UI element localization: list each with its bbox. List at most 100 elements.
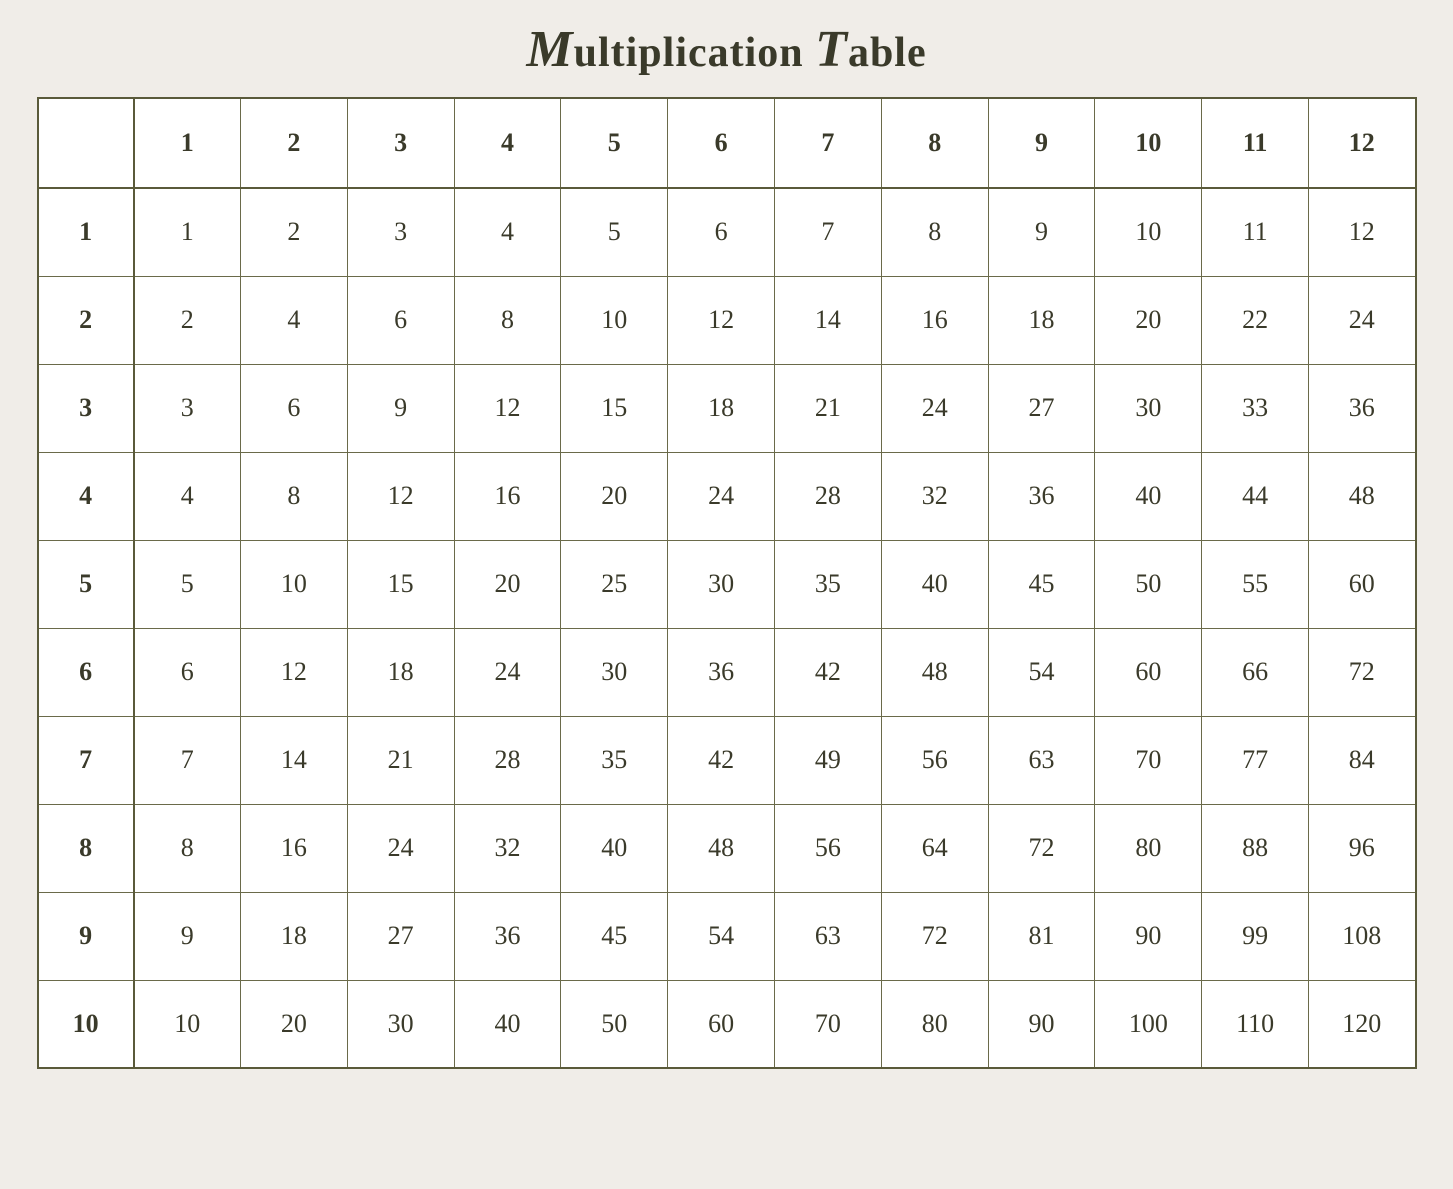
cell-6-4: 24 — [454, 628, 561, 716]
cell-3-12: 36 — [1309, 364, 1416, 452]
cell-4-9: 36 — [988, 452, 1095, 540]
col-header-7: 7 — [775, 98, 882, 188]
cell-6-11: 66 — [1202, 628, 1309, 716]
cell-3-3: 9 — [347, 364, 454, 452]
cell-6-9: 54 — [988, 628, 1095, 716]
cell-8-3: 24 — [347, 804, 454, 892]
cell-8-10: 80 — [1095, 804, 1202, 892]
table-row: 10 10 20 30 40 50 60 70 80 90 100 110 12… — [38, 980, 1416, 1068]
cell-2-11: 22 — [1202, 276, 1309, 364]
cell-10-12: 120 — [1309, 980, 1416, 1068]
cell-10-2: 20 — [240, 980, 347, 1068]
row-header-10: 10 — [38, 980, 134, 1068]
cell-2-1: 2 — [134, 276, 241, 364]
cell-5-2: 10 — [240, 540, 347, 628]
cell-1-5: 5 — [561, 188, 668, 276]
cell-2-10: 20 — [1095, 276, 1202, 364]
cell-7-10: 70 — [1095, 716, 1202, 804]
cell-9-6: 54 — [668, 892, 775, 980]
cell-5-10: 50 — [1095, 540, 1202, 628]
cell-4-3: 12 — [347, 452, 454, 540]
cell-3-9: 27 — [988, 364, 1095, 452]
cell-9-8: 72 — [881, 892, 988, 980]
cell-10-10: 100 — [1095, 980, 1202, 1068]
col-header-6: 6 — [668, 98, 775, 188]
cell-5-6: 30 — [668, 540, 775, 628]
cell-9-3: 27 — [347, 892, 454, 980]
cell-7-12: 84 — [1309, 716, 1416, 804]
row-header-7: 7 — [38, 716, 134, 804]
cell-9-7: 63 — [775, 892, 882, 980]
table-row: 3 3 6 9 12 15 18 21 24 27 30 33 36 — [38, 364, 1416, 452]
cell-6-3: 18 — [347, 628, 454, 716]
cell-4-8: 32 — [881, 452, 988, 540]
cell-7-11: 77 — [1202, 716, 1309, 804]
cell-3-8: 24 — [881, 364, 988, 452]
corner-cell — [38, 98, 134, 188]
cell-2-7: 14 — [775, 276, 882, 364]
cell-1-11: 11 — [1202, 188, 1309, 276]
cell-3-7: 21 — [775, 364, 882, 452]
cell-9-1: 9 — [134, 892, 241, 980]
cell-7-1: 7 — [134, 716, 241, 804]
cell-10-5: 50 — [561, 980, 668, 1068]
col-header-2: 2 — [240, 98, 347, 188]
cell-10-1: 10 — [134, 980, 241, 1068]
cell-3-6: 18 — [668, 364, 775, 452]
cell-7-4: 28 — [454, 716, 561, 804]
cell-8-6: 48 — [668, 804, 775, 892]
table-row: 2 2 4 6 8 10 12 14 16 18 20 22 24 — [38, 276, 1416, 364]
cell-9-9: 81 — [988, 892, 1095, 980]
cell-2-9: 18 — [988, 276, 1095, 364]
cell-7-8: 56 — [881, 716, 988, 804]
col-header-11: 11 — [1202, 98, 1309, 188]
cell-6-8: 48 — [881, 628, 988, 716]
cell-1-3: 3 — [347, 188, 454, 276]
cell-5-8: 40 — [881, 540, 988, 628]
cell-1-4: 4 — [454, 188, 561, 276]
cell-5-12: 60 — [1309, 540, 1416, 628]
cell-4-6: 24 — [668, 452, 775, 540]
cell-6-7: 42 — [775, 628, 882, 716]
row-header-3: 3 — [38, 364, 134, 452]
table-row: 1 1 2 3 4 5 6 7 8 9 10 11 12 — [38, 188, 1416, 276]
cell-5-9: 45 — [988, 540, 1095, 628]
table-row: 6 6 12 18 24 30 36 42 48 54 60 66 72 — [38, 628, 1416, 716]
row-header-1: 1 — [38, 188, 134, 276]
cell-8-4: 32 — [454, 804, 561, 892]
table-row: 4 4 8 12 16 20 24 28 32 36 40 44 48 — [38, 452, 1416, 540]
cell-6-12: 72 — [1309, 628, 1416, 716]
cell-5-1: 5 — [134, 540, 241, 628]
cell-10-7: 70 — [775, 980, 882, 1068]
cell-2-6: 12 — [668, 276, 775, 364]
col-header-12: 12 — [1309, 98, 1416, 188]
cell-8-11: 88 — [1202, 804, 1309, 892]
row-header-5: 5 — [38, 540, 134, 628]
row-header-2: 2 — [38, 276, 134, 364]
cell-2-5: 10 — [561, 276, 668, 364]
cell-6-2: 12 — [240, 628, 347, 716]
cell-1-9: 9 — [988, 188, 1095, 276]
cell-7-6: 42 — [668, 716, 775, 804]
col-header-10: 10 — [1095, 98, 1202, 188]
cell-2-4: 8 — [454, 276, 561, 364]
cell-4-5: 20 — [561, 452, 668, 540]
cell-1-8: 8 — [881, 188, 988, 276]
table-row: 8 8 16 24 32 40 48 56 64 72 80 88 96 — [38, 804, 1416, 892]
row-header-4: 4 — [38, 452, 134, 540]
header-row: 1 2 3 4 5 6 7 8 9 10 11 12 — [38, 98, 1416, 188]
cell-7-7: 49 — [775, 716, 882, 804]
cell-6-6: 36 — [668, 628, 775, 716]
cell-4-7: 28 — [775, 452, 882, 540]
cell-2-3: 6 — [347, 276, 454, 364]
cell-9-12: 108 — [1309, 892, 1416, 980]
cell-8-8: 64 — [881, 804, 988, 892]
cell-8-9: 72 — [988, 804, 1095, 892]
cell-5-4: 20 — [454, 540, 561, 628]
cell-6-5: 30 — [561, 628, 668, 716]
cell-7-3: 21 — [347, 716, 454, 804]
cell-5-11: 55 — [1202, 540, 1309, 628]
cell-8-5: 40 — [561, 804, 668, 892]
cell-7-9: 63 — [988, 716, 1095, 804]
row-header-9: 9 — [38, 892, 134, 980]
